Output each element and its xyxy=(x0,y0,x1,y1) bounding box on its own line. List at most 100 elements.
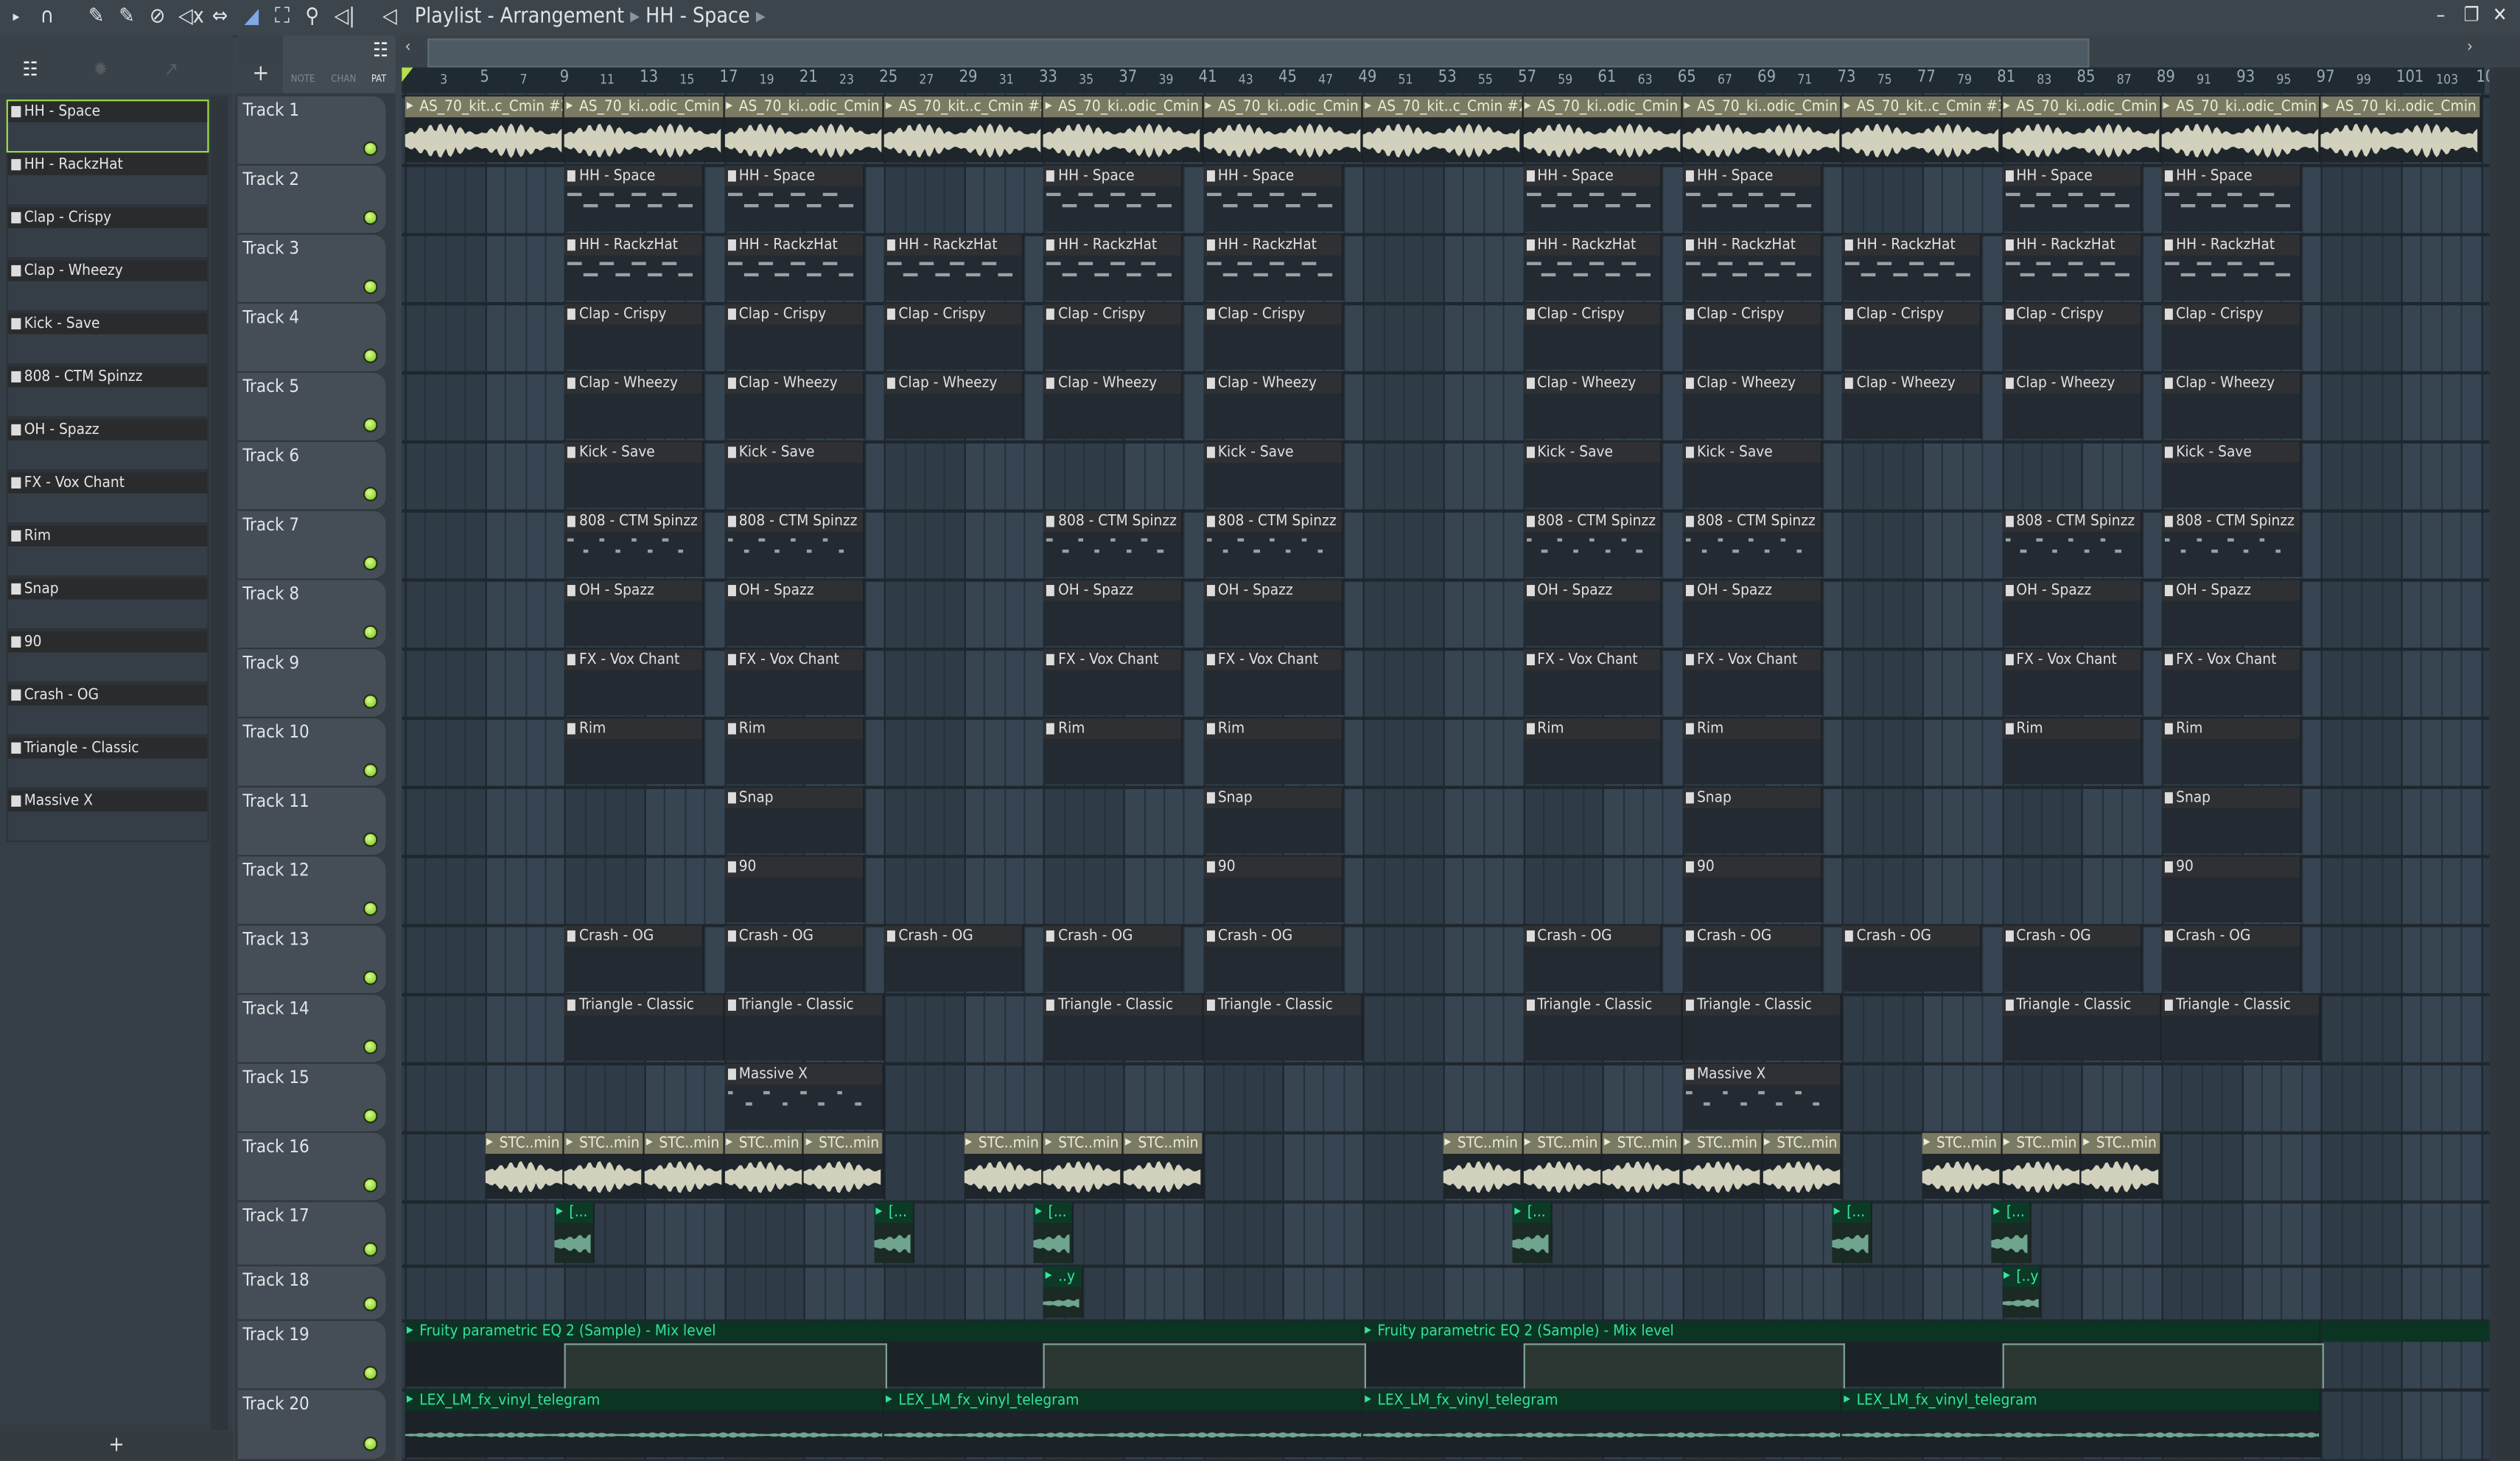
automation-icon[interactable]: ↗ xyxy=(164,58,178,81)
pattern-clip[interactable]: Clap - Wheezy xyxy=(564,373,704,439)
piano-icon[interactable]: ☷ xyxy=(373,38,388,61)
pattern-item[interactable]: Clap - Wheezy xyxy=(6,259,209,312)
pattern-item[interactable]: Clap - Crispy xyxy=(6,206,209,259)
pattern-clip[interactable]: 808 - CTM Spinzz xyxy=(2161,511,2302,578)
track-header[interactable]: Track 9 xyxy=(237,649,386,718)
pattern-clip[interactable]: Triangle - Classic xyxy=(2001,995,2162,1061)
pattern-clip[interactable]: HH - RackzHat xyxy=(1842,234,1982,301)
pattern-clip[interactable]: HH - Space xyxy=(564,165,704,232)
audio-clip[interactable]: AS_70_ki..odic_Cmin xyxy=(564,96,725,163)
picker-scrollbar[interactable] xyxy=(210,96,228,1431)
audio-clip[interactable]: LEX_LM_fx_vinyl_telegram xyxy=(1842,1390,2322,1458)
pattern-clip[interactable]: Clap - Crispy xyxy=(1203,304,1343,370)
pattern-clip[interactable]: OH - Spazz xyxy=(1203,580,1343,646)
track-mute-led[interactable] xyxy=(363,1297,378,1311)
track-header[interactable]: Track 18 xyxy=(237,1266,386,1321)
pattern-clip[interactable]: OH - Spazz xyxy=(1522,580,1663,646)
pattern-item[interactable]: FX - Vox Chant xyxy=(6,471,209,525)
pattern-clip[interactable]: OH - Spazz xyxy=(2161,580,2302,646)
pattern-clip[interactable]: 808 - CTM Spinzz xyxy=(564,511,704,578)
pattern-clip[interactable]: FX - Vox Chant xyxy=(2161,649,2302,715)
delete-icon[interactable]: ⊘ xyxy=(150,5,165,31)
pattern-clip[interactable]: HH - RackzHat xyxy=(2161,234,2302,301)
pattern-clip[interactable]: HH - RackzHat xyxy=(883,234,1024,301)
pattern-clip[interactable]: 808 - CTM Spinzz xyxy=(1522,511,1663,578)
pattern-clip[interactable]: Clap - Wheezy xyxy=(883,373,1024,439)
pattern-item[interactable]: 90 xyxy=(6,629,209,683)
track-mute-led[interactable] xyxy=(363,210,378,225)
pattern-clip[interactable]: Clap - Crispy xyxy=(1682,304,1822,370)
audio-clip[interactable]: LEX_LM_fx_vinyl_telegram xyxy=(883,1390,1363,1458)
pattern-clip[interactable]: Rim xyxy=(1043,718,1184,785)
pattern-clip[interactable]: HH - RackzHat xyxy=(2001,234,2142,301)
pattern-clip[interactable]: Kick - Save xyxy=(1682,441,1822,508)
audio-clip[interactable]: [... xyxy=(874,1202,914,1264)
pattern-clip[interactable]: Crash - OG xyxy=(2001,925,2142,992)
audio-clip[interactable]: AS_70_kit..c_Cmin #2 xyxy=(1362,96,1523,163)
slice-icon[interactable]: ◢ xyxy=(245,5,259,31)
pattern-item[interactable]: Massive X xyxy=(6,788,209,842)
audio-clip[interactable]: STC..min xyxy=(1522,1132,1603,1199)
playlist-grid[interactable]: AS_70_kit..c_Cmin #2AS_70_ki..odic_CminA… xyxy=(402,93,2490,1461)
track-header[interactable]: Track 1 xyxy=(237,96,386,166)
track-header[interactable]: Track 16 xyxy=(237,1132,386,1202)
track-mute-led[interactable] xyxy=(363,970,378,986)
pattern-clip[interactable]: OH - Spazz xyxy=(564,580,704,646)
audio-clip[interactable]: AS_70_ki..odic_Cmin xyxy=(2001,96,2162,163)
audio-clip[interactable]: AS_70_ki..odic_Cmin xyxy=(1682,96,1843,163)
playback-icon[interactable]: ◁| xyxy=(335,5,355,31)
audio-clip[interactable]: STC..min xyxy=(1043,1132,1124,1199)
arrangement-overview[interactable] xyxy=(427,38,2090,68)
pattern-clip[interactable]: Clap - Wheezy xyxy=(1522,373,1663,439)
track-header[interactable]: Track 17 xyxy=(237,1202,386,1266)
audio-clip[interactable]: STC..min xyxy=(804,1132,884,1199)
pattern-clip[interactable]: HH - RackzHat xyxy=(1682,234,1822,301)
audio-clip[interactable]: AS_70_ki..odic_Cmin xyxy=(2161,96,2322,163)
pattern-clip[interactable]: Triangle - Classic xyxy=(2161,995,2322,1061)
pattern-clip[interactable]: 90 xyxy=(724,856,864,922)
arrow-right-icon[interactable]: ▸ xyxy=(13,5,19,31)
track-mute-led[interactable] xyxy=(363,901,378,917)
pattern-item[interactable]: OH - Spazz xyxy=(6,418,209,472)
track-mute-led[interactable] xyxy=(363,1436,378,1451)
pattern-clip[interactable]: Clap - Wheezy xyxy=(1043,373,1184,439)
pattern-clip[interactable]: Kick - Save xyxy=(564,441,704,508)
pattern-item[interactable]: HH - Space xyxy=(6,99,209,153)
current-pattern[interactable]: HH - Space xyxy=(645,5,750,29)
pattern-clip[interactable]: Rim xyxy=(2161,718,2302,785)
track-mute-led[interactable] xyxy=(363,418,378,432)
pattern-clip[interactable]: Clap - Wheezy xyxy=(724,373,864,439)
pattern-clip[interactable]: HH - Space xyxy=(2161,165,2302,232)
pattern-clip[interactable]: HH - RackzHat xyxy=(1522,234,1663,301)
audio-clip[interactable]: AS_70_ki..odic_Cmin xyxy=(724,96,884,163)
audio-clip[interactable]: AS_70_kit..c_Cmin #2 xyxy=(405,96,565,163)
pattern-clip[interactable]: Clap - Wheezy xyxy=(2161,373,2302,439)
pattern-clip[interactable]: Clap - Crispy xyxy=(1043,304,1184,370)
pattern-clip[interactable]: Snap xyxy=(724,787,864,854)
audio-clip[interactable]: STC..min xyxy=(1602,1132,1683,1199)
pattern-clip[interactable]: Kick - Save xyxy=(2161,441,2302,508)
pattern-clip[interactable]: Massive X xyxy=(724,1063,884,1130)
add-track-button[interactable]: + xyxy=(252,61,269,87)
audio-clip[interactable]: ..y xyxy=(1043,1266,1084,1318)
magnet-icon[interactable]: ∩ xyxy=(41,5,55,31)
pattern-clip[interactable]: Rim xyxy=(2001,718,2142,785)
audio-clip[interactable]: STC..min xyxy=(1123,1132,1204,1199)
pattern-clip[interactable]: Clap - Crispy xyxy=(564,304,704,370)
audio-clip[interactable]: [... xyxy=(1832,1202,1872,1264)
pattern-clip[interactable]: Rim xyxy=(1522,718,1663,785)
pattern-clip[interactable]: HH - Space xyxy=(1043,165,1184,232)
pattern-item[interactable]: HH - RackzHat xyxy=(6,153,209,206)
pattern-clip[interactable]: HH - Space xyxy=(1203,165,1343,232)
audio-clip[interactable]: AS_70_ki..odic_Cmin xyxy=(1043,96,1204,163)
pattern-clip[interactable]: 90 xyxy=(1203,856,1343,922)
audio-clip[interactable]: AS_70_ki..odic_Cmin xyxy=(1522,96,1683,163)
pattern-clip[interactable]: Triangle - Classic xyxy=(1682,995,1843,1061)
piano-icon[interactable]: ☷ xyxy=(23,58,38,81)
track-header[interactable]: Track 3 xyxy=(237,234,386,304)
pattern-clip[interactable]: 90 xyxy=(1682,856,1822,922)
pattern-clip[interactable]: Snap xyxy=(2161,787,2302,854)
track-header[interactable]: Track 11 xyxy=(237,787,386,857)
pattern-clip[interactable]: HH - RackzHat xyxy=(1203,234,1343,301)
pattern-clip[interactable]: Clap - Crispy xyxy=(724,304,864,370)
